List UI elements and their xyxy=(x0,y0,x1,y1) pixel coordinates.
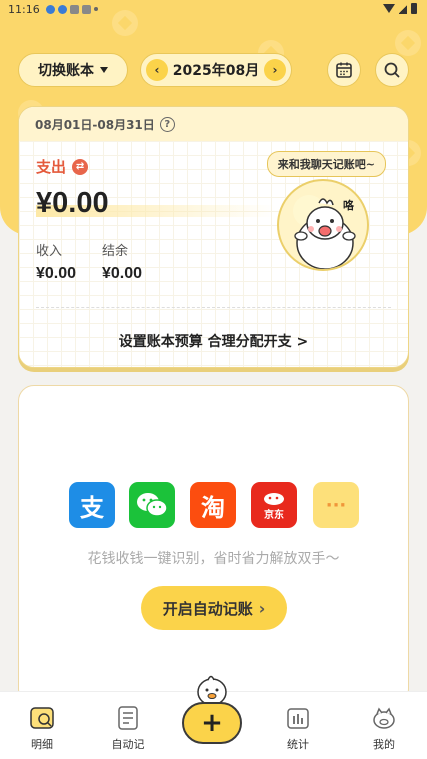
wechat-glyph xyxy=(137,493,168,517)
mascot-avatar[interactable]: 咯 xyxy=(277,179,369,271)
chevron-right-icon: › xyxy=(258,598,266,618)
taobao-glyph: 淘 xyxy=(201,493,225,522)
taobao-icon[interactable]: 淘 xyxy=(190,482,236,528)
nav-auto-record[interactable]: 自动记 xyxy=(88,692,168,759)
balance-value: ¥0.00 xyxy=(102,265,143,282)
expense-value: ¥0.00 xyxy=(36,187,109,219)
search-button[interactable] xyxy=(375,53,409,87)
enable-auto-bookkeeping-button[interactable]: 开启自动记账 › xyxy=(141,586,287,630)
import-tagline: 花钱收钱一键识别，省时省力解放双手～ xyxy=(87,551,340,567)
coin-decoration xyxy=(395,30,421,56)
divider xyxy=(36,307,391,308)
search-icon xyxy=(384,62,400,78)
wifi-icon xyxy=(383,4,395,13)
expense-label: 支出 xyxy=(36,158,67,176)
date-range-header: 08月01日-08月31日 ? xyxy=(19,107,408,141)
caret-down-icon xyxy=(100,67,108,73)
help-icon[interactable]: ? xyxy=(159,116,175,132)
summary-card: 08月01日-08月31日 ? 支出 ⇄ ¥0.00 收入 ¥0.00 结余 ¥… xyxy=(18,106,409,368)
jd-dog-glyph xyxy=(264,492,284,505)
download-icon xyxy=(45,4,55,14)
dot-icon xyxy=(93,7,98,11)
nav-details[interactable]: 明细 xyxy=(2,692,82,759)
date-range: 08月01日-08月31日 xyxy=(35,117,155,132)
notebook-icon xyxy=(118,706,138,730)
auto-import-card: 支 淘 京东 ··· 花钱收钱一键识别，省时省力解放双手～ 开启自动记账 › xyxy=(18,385,409,705)
month-selector: ‹ 2025年08月 › xyxy=(140,53,292,87)
calendar-button[interactable] xyxy=(327,53,361,87)
next-month-button[interactable]: › xyxy=(263,59,286,81)
profile-pig-icon xyxy=(373,707,395,729)
duck-head-icon xyxy=(197,675,227,706)
statistics-icon xyxy=(287,708,309,729)
download-icon xyxy=(57,4,67,14)
duck-mascot-icon: 咯 xyxy=(293,195,356,269)
alipay-glyph: 支 xyxy=(80,493,104,522)
mascot-text: 咯 xyxy=(343,198,355,212)
jd-icon[interactable]: 京东 xyxy=(251,482,297,528)
nav-me-label: 我的 xyxy=(373,738,395,751)
auto-button-label: 开启自动记账 xyxy=(162,599,253,618)
expense-toggle[interactable]: 支出 ⇄ xyxy=(36,156,89,177)
wechat-icon[interactable] xyxy=(129,482,175,528)
balance-label: 结余 xyxy=(102,244,129,259)
jd-label: 京东 xyxy=(264,509,284,521)
more-icon: ··· xyxy=(325,494,347,516)
signal-icon xyxy=(399,3,407,14)
notification-icon xyxy=(69,4,79,14)
income-label: 收入 xyxy=(36,244,63,259)
switch-book-label: 切换账本 xyxy=(38,63,94,79)
budget-link[interactable]: 设置账本预算 合理分配开支 > xyxy=(19,331,408,351)
nav-statistics[interactable]: 统计 xyxy=(258,692,338,759)
prev-month-button[interactable]: ‹ xyxy=(146,59,168,81)
nav-auto-record-label: 自动记 xyxy=(111,738,145,751)
summary-body: 支出 ⇄ ¥0.00 收入 ¥0.00 结余 ¥0.00 来和我聊天记账吧~ 咯… xyxy=(19,141,408,367)
status-time: 11:16 xyxy=(8,2,40,16)
alipay-icon[interactable]: 支 xyxy=(69,482,115,528)
add-record-button[interactable]: + xyxy=(182,702,242,744)
swap-icon: ⇄ xyxy=(72,158,89,175)
calendar-icon xyxy=(336,62,352,78)
status-bar: 11:16 xyxy=(0,0,427,18)
nav-details-label: 明细 xyxy=(31,738,53,751)
chat-bubble[interactable]: 来和我聊天记账吧~ xyxy=(266,151,386,177)
switch-book-button[interactable]: 切换账本 xyxy=(18,53,128,87)
battery-icon xyxy=(411,3,417,14)
more-apps-button[interactable]: ··· xyxy=(313,482,359,528)
month-label[interactable]: 2025年08月 xyxy=(173,60,259,80)
income-value: ¥0.00 xyxy=(36,265,77,282)
nav-me[interactable]: 我的 xyxy=(344,692,424,759)
nav-statistics-label: 统计 xyxy=(287,738,309,751)
details-icon xyxy=(30,707,54,729)
box-icon xyxy=(81,4,91,14)
